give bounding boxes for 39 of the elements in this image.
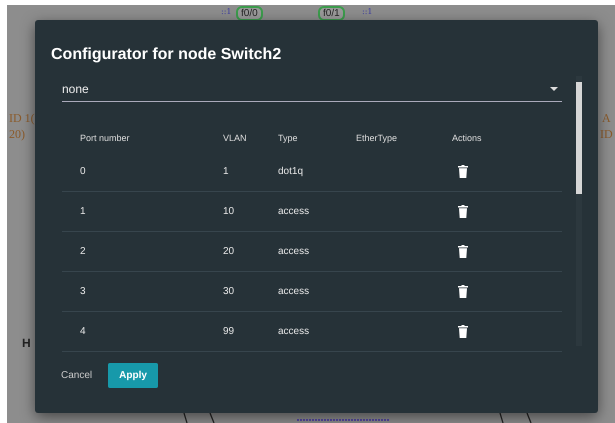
- node-label: A: [602, 111, 611, 126]
- column-header: EtherType: [356, 133, 398, 143]
- table-cell: 2: [80, 246, 86, 257]
- select-field[interactable]: none: [62, 76, 562, 102]
- delete-icon[interactable]: [458, 165, 468, 178]
- delete-icon[interactable]: [458, 285, 468, 298]
- table-cell: 4: [80, 326, 86, 337]
- scrollbar[interactable]: [576, 76, 582, 346]
- port-label: f0/0: [236, 6, 263, 21]
- host-label: H: [22, 336, 31, 350]
- dialog-title: Configurator for node Switch2: [51, 46, 282, 64]
- table-cell: access: [278, 326, 310, 337]
- node-label: ID: [600, 127, 613, 142]
- table-cell: 20: [223, 246, 234, 257]
- table-cell: 1: [80, 206, 86, 217]
- table-cell: 0: [80, 166, 86, 177]
- table-cell: 3: [80, 286, 86, 297]
- column-header: Type: [278, 133, 298, 143]
- table-cell: 10: [223, 206, 234, 217]
- delete-icon[interactable]: [458, 245, 468, 258]
- table-cell: 1: [223, 166, 229, 177]
- table-cell: access: [278, 286, 310, 297]
- address-label: ::1: [221, 7, 232, 16]
- delete-icon[interactable]: [458, 205, 468, 218]
- table-cell: access: [278, 246, 310, 257]
- table-cell: dot1q: [278, 166, 304, 177]
- address-label: ::1: [362, 7, 372, 16]
- cancel-button[interactable]: Cancel: [61, 364, 92, 387]
- table-cell: access: [278, 206, 310, 217]
- column-header: VLAN: [223, 133, 247, 143]
- column-header: Port number: [80, 133, 130, 143]
- node-label: ID 1(: [9, 111, 35, 126]
- node-label: 20): [9, 127, 25, 142]
- column-header: Actions: [452, 133, 482, 143]
- dropdown-caret-icon: [550, 86, 558, 90]
- table-cell: 30: [223, 286, 234, 297]
- delete-icon[interactable]: [458, 325, 468, 338]
- port-label: f0/1: [318, 6, 345, 21]
- table-cell: 99: [223, 326, 234, 337]
